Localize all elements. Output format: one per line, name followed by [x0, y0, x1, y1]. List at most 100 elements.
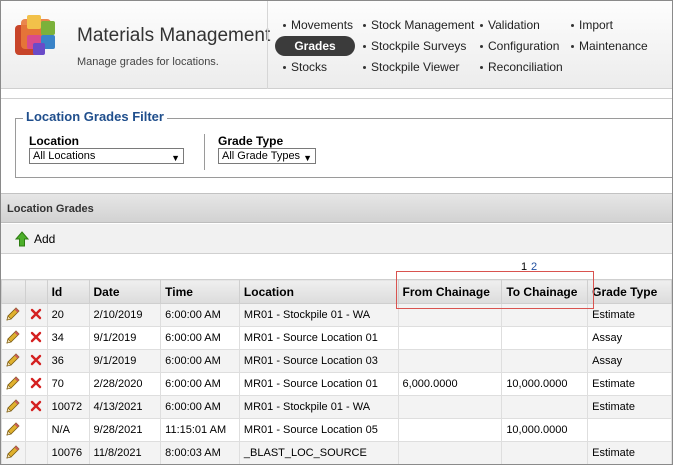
cell-time: 8:00:03 AM [160, 441, 240, 464]
col-from-chainage[interactable]: From Chainage [397, 279, 503, 304]
cell-to-chainage: 10,000.0000 [501, 372, 589, 396]
nav-stock-management[interactable]: Stock Management [363, 18, 474, 32]
nav-validation[interactable]: Validation [480, 18, 540, 32]
edit-pencil-icon[interactable] [5, 398, 21, 417]
col-date[interactable]: Date [88, 279, 162, 304]
table-row: 70 2/28/2020 6:00:00 AM MR01 - Source Locat… [1, 372, 672, 396]
materials-logo-icon [15, 15, 55, 55]
cell-to-chainage [501, 441, 589, 464]
nav-import[interactable]: Import [571, 18, 613, 32]
col-location[interactable]: Location [238, 279, 399, 304]
nav-label: Movements [291, 18, 354, 32]
cell-date: 9/1/2019 [88, 326, 162, 350]
nav-stockpile-surveys[interactable]: Stockpile Surveys [363, 39, 466, 53]
table-row: 10076 11/8/2021 8:00:03 AM _BLAST_LOC_SOURC… [1, 441, 672, 464]
cell-to-chainage: 10,000.0000 [501, 418, 589, 442]
cell-id: 10072 [46, 395, 90, 419]
bullet-icon [363, 24, 366, 28]
delete-x-icon[interactable] [30, 308, 42, 323]
edit-pencil-icon[interactable] [5, 306, 21, 325]
cell-from-chainage [397, 326, 503, 350]
window: Materials Management Manage grades for l… [0, 0, 673, 465]
cell-date: 2/28/2020 [88, 372, 162, 396]
filter-legend: Location Grades Filter [23, 109, 167, 124]
cell-time: 6:00:00 AM [160, 372, 240, 396]
cell-delete [24, 418, 48, 442]
table-row: 36 9/1/2019 6:00:00 AM MR01 - Source Locati… [1, 349, 672, 373]
table-row: 20 2/10/2019 6:00:00 AM MR01 - Stockpile 01… [1, 303, 672, 327]
location-label: Location [29, 134, 79, 148]
grade-type-label: Grade Type [218, 134, 284, 148]
cell-edit [1, 395, 26, 419]
cell-from-chainage [397, 303, 503, 327]
nav-label: Import [579, 18, 614, 32]
grade-type-select[interactable]: All Grade Types ▼ [218, 148, 316, 164]
app-header: Materials Management Manage grades for l… [1, 1, 672, 89]
nav-configuration[interactable]: Configuration [480, 39, 559, 53]
location-select-value: All Locations [33, 150, 96, 162]
delete-x-icon[interactable] [30, 331, 42, 346]
delete-x-icon[interactable] [30, 354, 42, 369]
nav-grades[interactable]: Grades [275, 36, 355, 56]
app-subtitle: Manage grades for locations. [77, 56, 219, 68]
bullet-icon [480, 24, 483, 28]
delete-x-icon[interactable] [30, 400, 42, 415]
cell-edit [1, 418, 26, 442]
page-link-2[interactable]: 2 [531, 261, 537, 273]
cell-edit [1, 349, 26, 373]
cell-edit [1, 326, 26, 350]
cell-id: 34 [46, 326, 90, 350]
cell-delete [24, 395, 48, 419]
cell-location: MR01 - Source Location 01 [238, 372, 399, 396]
arrow-up-icon [15, 231, 29, 247]
nav-reconciliation[interactable]: Reconciliation [480, 60, 563, 74]
bullet-icon [571, 45, 574, 49]
nav-movements[interactable]: Movements [283, 18, 353, 32]
cell-location: MR01 - Stockpile 01 - WA [238, 303, 399, 327]
cell-edit [1, 303, 26, 327]
edit-pencil-icon[interactable] [5, 352, 21, 371]
cell-from-chainage [397, 418, 503, 442]
location-select[interactable]: All Locations ▼ [29, 148, 184, 164]
nav-stocks[interactable]: Stocks [283, 60, 327, 74]
col-time[interactable]: Time [160, 279, 240, 304]
cell-to-chainage [501, 303, 589, 327]
bullet-icon [283, 24, 286, 28]
pager: 1 2 [1, 255, 672, 279]
col-delete [24, 279, 48, 304]
cell-id: 36 [46, 349, 90, 373]
cell-grade-type: Assay [587, 349, 672, 373]
col-grade-type[interactable]: Grade Type [587, 279, 672, 304]
cell-id: 20 [46, 303, 90, 327]
cell-id: 10076 [46, 441, 90, 464]
cell-delete [24, 349, 48, 373]
chevron-down-icon: ▼ [303, 153, 312, 163]
cell-delete [24, 326, 48, 350]
edit-pencil-icon[interactable] [5, 375, 21, 394]
bullet-icon [363, 66, 366, 70]
cell-edit [1, 372, 26, 396]
delete-x-icon[interactable] [30, 377, 42, 392]
nav-label: Stock Management [371, 18, 475, 32]
edit-pencil-icon[interactable] [5, 421, 21, 440]
col-to-chainage[interactable]: To Chainage [501, 279, 589, 304]
nav-label: Reconciliation [488, 60, 563, 74]
filter-panel: Location Grades Filter Location All Loca… [1, 98, 672, 190]
nav-label: Maintenance [579, 39, 648, 53]
cell-location: MR01 - Source Location 03 [238, 349, 399, 373]
bullet-icon [363, 45, 366, 49]
nav-stockpile-viewer[interactable]: Stockpile Viewer [363, 60, 460, 74]
cell-date: 11/8/2021 [88, 441, 162, 464]
col-id[interactable]: Id [46, 279, 90, 304]
cell-location: MR01 - Source Location 05 [238, 418, 399, 442]
table-row: 34 9/1/2019 6:00:00 AM MR01 - Source Locati… [1, 326, 672, 350]
cell-grade-type: Assay [587, 326, 672, 350]
edit-pencil-icon[interactable] [5, 444, 21, 463]
cell-from-chainage [397, 349, 503, 373]
cell-grade-type: Estimate [587, 441, 672, 464]
edit-pencil-icon[interactable] [5, 329, 21, 348]
chevron-down-icon: ▼ [171, 153, 180, 163]
cell-date: 2/10/2019 [88, 303, 162, 327]
nav-maintenance[interactable]: Maintenance [571, 39, 648, 53]
cell-date: 4/13/2021 [88, 395, 162, 419]
